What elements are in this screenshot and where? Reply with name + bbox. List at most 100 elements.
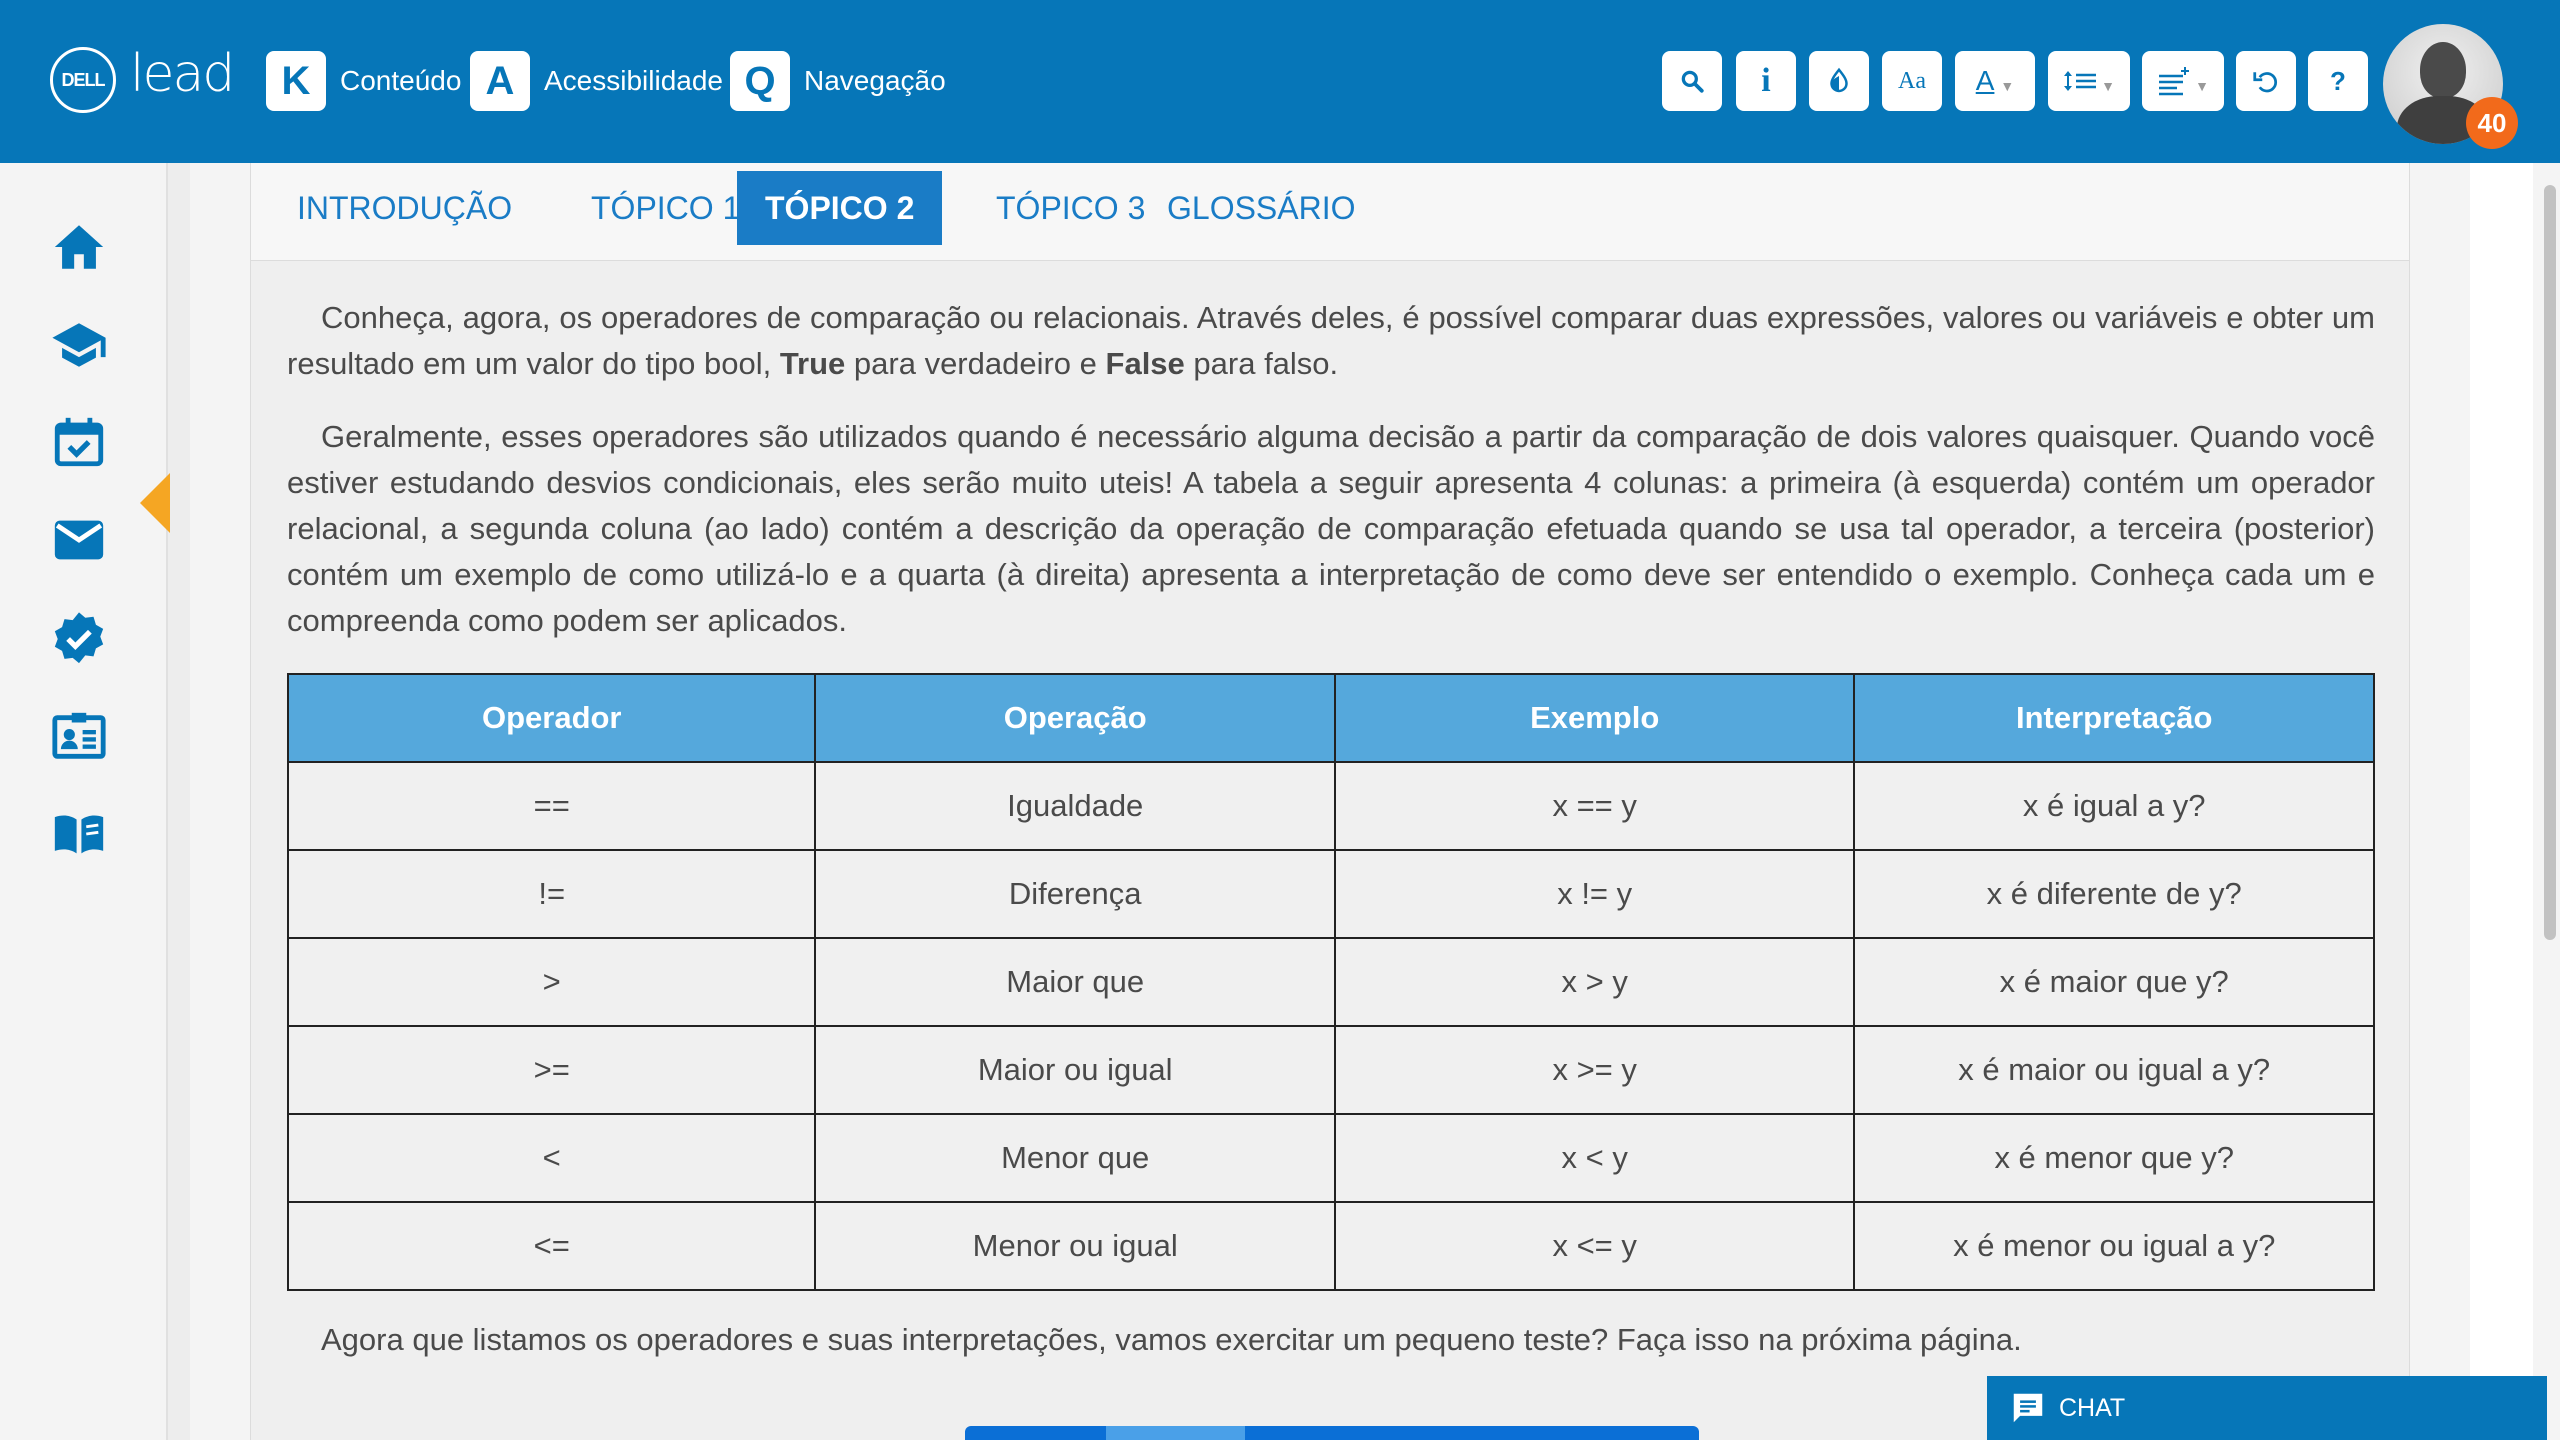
info-button[interactable]: i xyxy=(1736,51,1796,111)
text-run: Geralmente, esses operadores são utiliza… xyxy=(287,419,2375,638)
book-open-icon xyxy=(54,815,104,854)
shortcut-key: K xyxy=(266,51,326,111)
graduation-cap-icon xyxy=(52,323,106,367)
table-cell: x < y xyxy=(1333,1113,1856,1203)
content-panel: INTRODUÇÃO TÓPICO 1 TÓPICO 2 TÓPICO 3 GL… xyxy=(250,163,2410,1440)
contrast-icon xyxy=(1830,67,1848,93)
tab-introducao[interactable]: INTRODUÇÃO xyxy=(269,171,540,245)
sidebar-item-home[interactable] xyxy=(50,218,108,276)
sidebar-item-profile[interactable] xyxy=(50,708,108,766)
font-size-icon: Aa xyxy=(1898,67,1926,94)
shortcut-label: Navegação xyxy=(804,65,946,96)
id-card-icon xyxy=(52,712,106,759)
shortcut-acessibilidade[interactable]: A Acessibilidade xyxy=(470,51,723,111)
table-row: == Igualdade x == y x é igual a y? xyxy=(286,761,2375,851)
table-row: <= Menor ou igual x <= y x é menor ou ig… xyxy=(286,1201,2375,1291)
next-page-button[interactable] xyxy=(965,1426,1699,1440)
table-cell: x <= y xyxy=(1333,1201,1856,1291)
operators-table: Operador Operação Exemplo Interpretação … xyxy=(286,673,2375,1291)
table-cell: x é igual a y? xyxy=(1853,761,2375,851)
line-spacing-dropdown[interactable]: ▼ xyxy=(2048,51,2130,111)
home-icon xyxy=(54,225,104,269)
reset-button[interactable] xyxy=(2236,51,2296,111)
paragraph-spacing-dropdown[interactable]: ▼ xyxy=(2142,51,2224,111)
right-gutter xyxy=(2470,163,2533,1440)
column-header: Operação xyxy=(814,673,1336,763)
table-cell: x == y xyxy=(1333,761,1856,851)
line-spacing-icon xyxy=(2064,71,2097,91)
avatar-head xyxy=(2420,42,2466,98)
table-cell: Diferença xyxy=(814,849,1336,939)
shortcut-navegacao[interactable]: Q Navegação xyxy=(730,51,946,111)
sidebar-item-calendar[interactable] xyxy=(50,413,108,471)
table-cell: x > y xyxy=(1333,937,1856,1027)
dell-logo[interactable]: DELL xyxy=(50,47,116,113)
shortcut-key: Q xyxy=(730,51,790,111)
top-header: DELL lead K Conteúdo A Acessibilidade Q … xyxy=(0,0,2560,163)
sidebar-item-courses[interactable] xyxy=(50,316,108,374)
table-cell: <= xyxy=(286,1201,817,1291)
table-header-row: Operador Operação Exemplo Interpretação xyxy=(286,673,2375,763)
table-cell: x é menor que y? xyxy=(1853,1113,2375,1203)
lead-logo[interactable]: lead xyxy=(130,44,235,104)
table-cell: Igualdade xyxy=(814,761,1336,851)
shortcut-label: Conteúdo xyxy=(340,65,462,96)
chat-icon xyxy=(2013,1393,2043,1423)
chat-button[interactable]: CHAT xyxy=(1987,1376,2547,1440)
shortcut-label: Acessibilidade xyxy=(544,65,723,96)
table-row: > Maior que x > y x é maior que y? xyxy=(286,937,2375,1027)
notification-badge[interactable]: 40 xyxy=(2466,97,2518,149)
help-button[interactable]: ? xyxy=(2308,51,2368,111)
active-indicator xyxy=(140,473,170,533)
table-cell: == xyxy=(286,761,817,851)
undo-icon xyxy=(2253,72,2278,93)
shortcut-conteudo[interactable]: K Conteúdo xyxy=(266,51,461,111)
table-cell: Maior ou igual xyxy=(814,1025,1336,1115)
table-cell: x é maior que y? xyxy=(1853,937,2375,1027)
table-cell: < xyxy=(286,1113,817,1203)
tab-topico-2[interactable]: TÓPICO 2 xyxy=(737,171,943,245)
column-header: Exemplo xyxy=(1333,673,1856,763)
table-cell: != xyxy=(286,849,817,939)
font-color-icon: A xyxy=(1975,65,1995,96)
table-row: < Menor que x < y x é menor que y? xyxy=(286,1113,2375,1203)
tab-glossario[interactable]: GLOSSÁRIO xyxy=(1139,171,1384,245)
topic-tabs: INTRODUÇÃO TÓPICO 1 TÓPICO 2 TÓPICO 3 GL… xyxy=(251,163,2409,261)
table-cell: x != y xyxy=(1333,849,1856,939)
keyword-false: False xyxy=(1105,346,1185,381)
table-cell: x >= y xyxy=(1333,1025,1856,1115)
sidebar xyxy=(0,163,170,1440)
table-row: != Diferença x != y x é diferente de y? xyxy=(286,849,2375,939)
table-cell: Menor ou igual xyxy=(814,1201,1336,1291)
table-cell: Menor que xyxy=(814,1113,1336,1203)
table-cell: x é diferente de y? xyxy=(1853,849,2375,939)
table-cell: > xyxy=(286,937,817,1027)
chevron-down-icon: ▼ xyxy=(2000,78,2015,94)
verified-badge-icon xyxy=(54,612,104,664)
help-icon: ? xyxy=(2330,65,2346,96)
chat-label: CHAT xyxy=(2059,1393,2126,1422)
table-cell: x é menor ou igual a y? xyxy=(1853,1201,2375,1291)
closing-paragraph: Agora que listamos os operadores e suas … xyxy=(287,1317,2375,1363)
chevron-down-icon: ▼ xyxy=(2195,78,2209,94)
sidebar-item-messages[interactable] xyxy=(50,511,108,569)
contrast-button[interactable] xyxy=(1809,51,1869,111)
table-cell: x é maior ou igual a y? xyxy=(1853,1025,2375,1115)
info-icon: i xyxy=(1761,62,1771,99)
paragraph-spacing-icon xyxy=(2159,67,2190,96)
column-header: Operador xyxy=(286,673,817,763)
intro-paragraph: Conheça, agora, os operadores de compara… xyxy=(287,295,2375,387)
mail-icon xyxy=(54,520,104,560)
font-color-dropdown[interactable]: A ▼ xyxy=(1955,51,2035,111)
search-button[interactable] xyxy=(1662,51,1722,111)
explanation-paragraph: Geralmente, esses operadores são utiliza… xyxy=(287,414,2375,644)
column-header: Interpretação xyxy=(1853,673,2375,763)
text-run: Agora que listamos os operadores e suas … xyxy=(321,1322,2022,1357)
search-icon xyxy=(1681,70,1704,93)
scrollbar-thumb[interactable] xyxy=(2544,185,2556,940)
text-run: para falso. xyxy=(1184,346,1339,381)
table-cell: Maior que xyxy=(814,937,1336,1027)
sidebar-item-certificates[interactable] xyxy=(50,610,108,668)
font-size-button[interactable]: Aa xyxy=(1882,51,1942,111)
sidebar-item-library[interactable] xyxy=(50,805,108,863)
